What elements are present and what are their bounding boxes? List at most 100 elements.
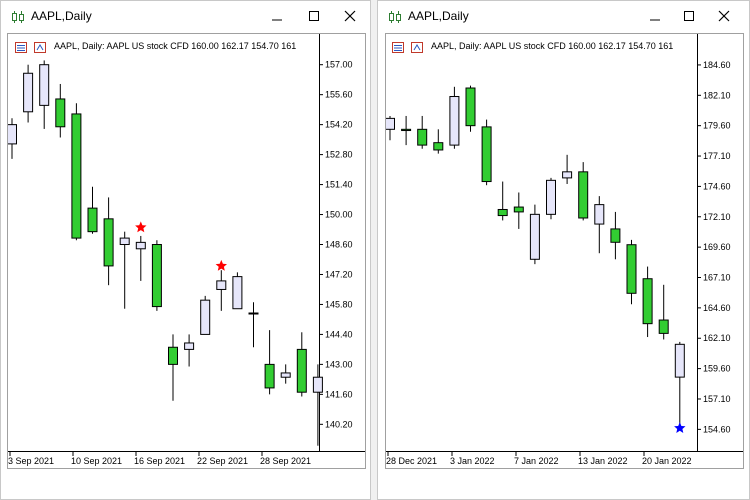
y-tick-label: 155.60 xyxy=(325,90,353,100)
candle[interactable] xyxy=(71,103,82,241)
candle[interactable] xyxy=(594,196,605,254)
y-tick-label: 164.60 xyxy=(703,303,731,313)
candle-body xyxy=(87,207,98,233)
chart-area[interactable]: 157.00 155.60 154.20 152.80 151.40 150.00 148.… xyxy=(7,33,366,469)
objects-list-icon[interactable] xyxy=(411,42,423,53)
candle[interactable] xyxy=(55,83,66,138)
candle[interactable] xyxy=(546,177,556,220)
candle[interactable] xyxy=(578,162,589,221)
y-tick-label: 154.20 xyxy=(325,120,353,130)
candle[interactable] xyxy=(135,235,146,281)
x-tick-label: 28 Sep 2021 xyxy=(260,456,311,466)
candle[interactable] xyxy=(23,64,34,123)
candle[interactable] xyxy=(626,239,637,305)
candle-body xyxy=(546,179,556,215)
candle-body xyxy=(232,276,243,310)
candle[interactable] xyxy=(312,364,323,446)
candle[interactable] xyxy=(87,186,98,234)
candle[interactable] xyxy=(401,115,412,146)
candlestick-chart[interactable]: 184.60 182.10 179.60 177.10 174.60 172.10 169.… xyxy=(386,34,743,468)
close-icon[interactable] xyxy=(341,7,359,25)
candle[interactable] xyxy=(8,118,17,159)
title-bar[interactable]: AAPL,Daily xyxy=(378,1,749,33)
candle[interactable] xyxy=(103,197,114,286)
candle[interactable] xyxy=(151,240,162,311)
candle[interactable] xyxy=(119,231,130,309)
y-tick-label: 182.10 xyxy=(703,90,731,100)
title-bar[interactable]: AAPL,Daily xyxy=(1,1,370,33)
candle-body xyxy=(674,343,685,378)
candle[interactable] xyxy=(232,272,243,310)
y-tick-label: 162.10 xyxy=(703,333,731,343)
candle[interactable] xyxy=(417,115,428,149)
minimize-icon[interactable] xyxy=(268,7,286,25)
indicators-list-icon[interactable] xyxy=(15,42,27,53)
candle-body xyxy=(151,244,162,308)
indicators-list-icon[interactable] xyxy=(392,42,404,53)
candle[interactable] xyxy=(296,332,307,397)
candle-body xyxy=(465,87,476,127)
candle[interactable] xyxy=(184,334,195,367)
candle-body xyxy=(433,142,444,151)
symbol-info-line: AAPL, Daily: AAPL US stock CFD 160.00 16… xyxy=(431,41,674,51)
candle[interactable] xyxy=(433,129,444,154)
candle[interactable] xyxy=(449,86,460,149)
candle[interactable] xyxy=(248,302,259,348)
candle[interactable] xyxy=(642,266,653,338)
minimize-icon[interactable] xyxy=(646,7,664,25)
y-tick-label: 157.10 xyxy=(703,394,731,404)
signal-star-marker xyxy=(135,221,147,233)
candle[interactable] xyxy=(264,330,275,395)
y-tick-label: 157.00 xyxy=(325,60,353,70)
candle[interactable] xyxy=(674,341,685,427)
candle-body xyxy=(296,348,307,393)
candle-body xyxy=(55,98,66,128)
x-tick-label: 10 Sep 2021 xyxy=(71,456,122,466)
y-tick-label: 179.60 xyxy=(703,121,731,131)
candle[interactable] xyxy=(562,154,573,184)
candle-body xyxy=(119,237,130,246)
candle[interactable] xyxy=(481,119,492,186)
candlestick-chart[interactable]: 157.00 155.60 154.20 152.80 151.40 150.00 148.… xyxy=(8,34,365,468)
candle[interactable] xyxy=(497,181,508,221)
close-icon[interactable] xyxy=(715,7,733,25)
symbol-info-line: AAPL, Daily: AAPL US stock CFD 160.00 16… xyxy=(54,41,297,51)
candle-body xyxy=(168,346,178,365)
candle[interactable] xyxy=(216,270,227,311)
chart-window-right: AAPL,Daily 184.60 182.10 179.60 177.10 174.6… xyxy=(377,0,750,500)
y-tick-label: 141.60 xyxy=(325,389,353,399)
objects-list-icon[interactable] xyxy=(34,42,46,53)
candle[interactable] xyxy=(39,60,50,129)
chart-area[interactable]: 184.60 182.10 179.60 177.10 174.60 172.10 169.… xyxy=(385,33,744,469)
maximize-icon[interactable] xyxy=(680,7,698,25)
x-tick-label: 3 Jan 2022 xyxy=(450,456,495,466)
y-tick-label: 159.60 xyxy=(703,364,731,374)
candle[interactable] xyxy=(200,295,211,335)
maximize-icon[interactable] xyxy=(305,7,323,25)
candle[interactable] xyxy=(529,204,540,265)
candle[interactable] xyxy=(168,334,178,401)
x-tick-label: 7 Jan 2022 xyxy=(514,456,559,466)
candle-body xyxy=(264,363,275,389)
candle[interactable] xyxy=(386,115,395,141)
candle[interactable] xyxy=(658,284,669,340)
x-tick-label: 28 Dec 2021 xyxy=(386,456,437,466)
candle[interactable] xyxy=(610,211,621,260)
candle-body xyxy=(562,171,573,179)
candle-body xyxy=(248,312,259,315)
candle-body xyxy=(626,244,637,294)
candle[interactable] xyxy=(280,364,291,384)
chart-window-left: AAPL,Daily 157.00 155.60 154.20 152.80 151.4… xyxy=(0,0,371,500)
candle[interactable] xyxy=(465,85,476,132)
candle-body xyxy=(103,218,114,267)
y-tick-label: 148.60 xyxy=(325,240,353,250)
y-tick-label: 172.10 xyxy=(703,212,731,222)
y-tick-label: 152.80 xyxy=(325,150,353,160)
y-tick-label: 169.60 xyxy=(703,242,731,252)
candle-body xyxy=(200,299,211,335)
candle-body xyxy=(513,206,524,213)
signal-star-marker xyxy=(674,422,686,433)
candle-body xyxy=(610,228,621,243)
candle[interactable] xyxy=(513,192,524,229)
y-tick-label: 150.00 xyxy=(325,210,353,220)
